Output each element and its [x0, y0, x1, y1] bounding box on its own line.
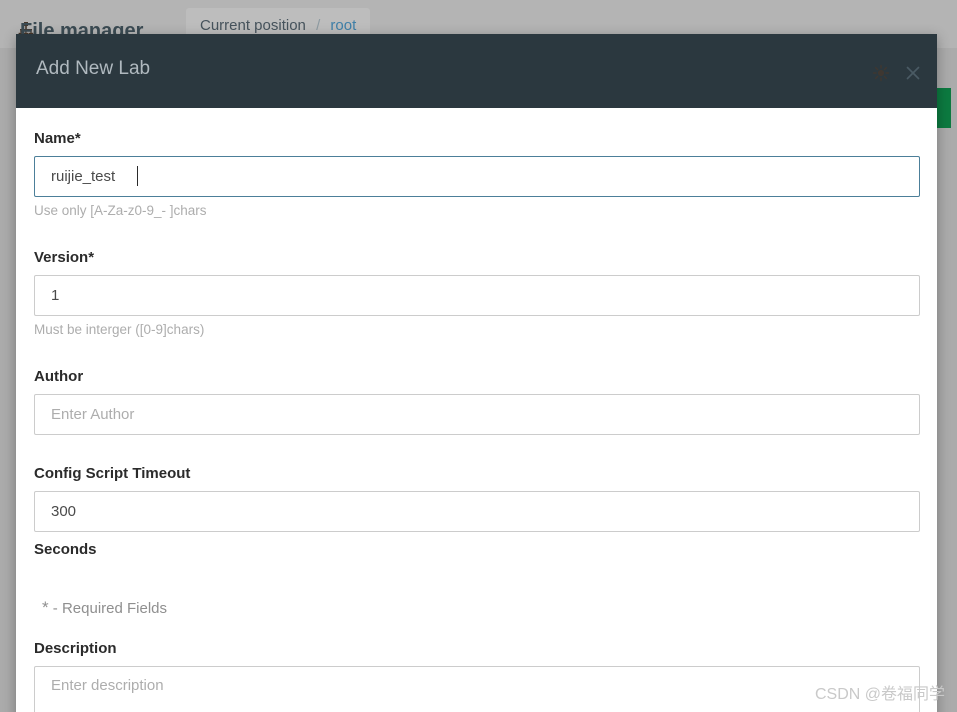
author-input[interactable] [34, 394, 920, 435]
dialog-body: Name* Use only [A-Za-z0-9_- ]chars Versi… [16, 108, 937, 712]
field-name-label: Name* [34, 130, 919, 148]
breadcrumb-item-root[interactable]: root [330, 17, 356, 34]
text-caret [137, 166, 138, 186]
spinner-icon[interactable] [872, 64, 890, 82]
field-name-help: Use only [A-Za-z0-9_- ]chars [34, 203, 207, 218]
field-config-script-timeout: Config Script Timeout Seconds [34, 465, 920, 558]
field-config-script-timeout-label: Config Script Timeout [34, 465, 919, 483]
dialog-header: Add New Lab [16, 34, 937, 108]
field-version-help: Must be interger ([0-9]chars) [34, 322, 205, 337]
description-textarea[interactable] [34, 666, 920, 712]
field-name-label-text: Name [34, 130, 75, 147]
add-new-lab-dialog: Add New Lab Name* ruijie_test Use only [… [16, 34, 937, 712]
field-version-required-marker: * [88, 249, 95, 266]
field-name: Name* Use only [A-Za-z0-9_- ]chars [34, 130, 920, 219]
field-author-label: Author [34, 368, 919, 386]
background-primary-action-button[interactable] [937, 88, 951, 128]
version-input[interactable] [34, 275, 920, 316]
field-config-script-timeout-label-text: Config Script Timeout [34, 465, 191, 482]
field-version-label: Version* [34, 249, 919, 267]
config-script-timeout-input[interactable] [34, 491, 920, 532]
required-fields-note-text: - Required Fields [48, 600, 168, 617]
name-input[interactable] [34, 156, 920, 197]
field-version-label-text: Version [34, 249, 89, 266]
field-timeout-unit-label: Seconds [34, 541, 97, 558]
field-author-label-text: Author [34, 368, 84, 385]
field-description: Description [34, 640, 920, 712]
field-version: Version* Must be interger ([0-9]chars) [34, 249, 920, 338]
field-description-label-text: Description [34, 640, 117, 657]
breadcrumb-prefix: Current position [200, 17, 306, 34]
field-author: Author [34, 368, 920, 435]
field-description-label: Description [34, 640, 919, 658]
close-icon[interactable] [904, 64, 922, 82]
dialog-title: Add New Lab [36, 58, 151, 79]
required-fields-star: * [42, 598, 49, 617]
screen: File manager Current position / root Add… [0, 0, 957, 712]
required-fields-note: * - Required Fields [42, 598, 919, 618]
field-name-required-marker: * [74, 130, 81, 147]
breadcrumb-separator: / [316, 17, 321, 34]
